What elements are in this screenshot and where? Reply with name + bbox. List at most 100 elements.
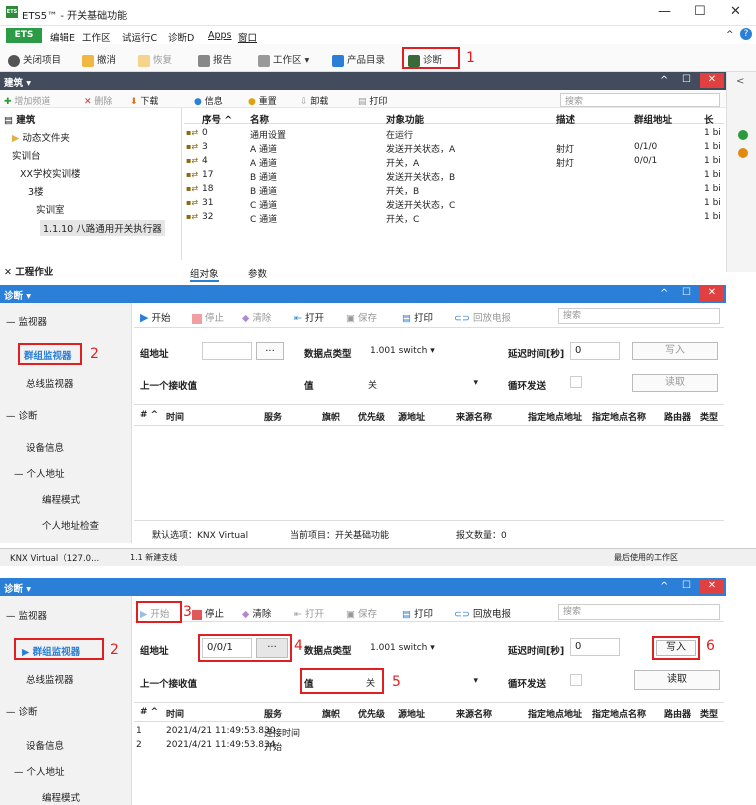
- log-col-2[interactable]: 指定地点地址: [528, 707, 582, 720]
- value-select-2[interactable]: 关 ▾: [366, 676, 478, 689]
- object-cell[interactable]: 32: [202, 212, 213, 222]
- tree-item-room[interactable]: 实训室: [36, 202, 65, 216]
- object-cell[interactable]: 3: [202, 142, 208, 152]
- object-cell[interactable]: 31: [202, 198, 213, 208]
- sidebar-monitor[interactable]: — 监视器: [6, 314, 47, 328]
- tree-root[interactable]: ▤ 建筑: [4, 112, 35, 126]
- workspace-button[interactable]: 工作区 ▾: [258, 52, 309, 67]
- sidebar2-device-info[interactable]: 设备信息: [26, 738, 64, 752]
- print-button-3[interactable]: ▤ 打印: [402, 606, 433, 620]
- log-col-2[interactable]: # ^: [140, 707, 158, 717]
- object-cell[interactable]: A 通道: [250, 142, 277, 155]
- diag1-title[interactable]: 诊断 ▾: [4, 288, 31, 302]
- menu-window[interactable]: 窗口: [238, 30, 257, 44]
- log-col[interactable]: 指定地点地址: [528, 410, 582, 423]
- diag1-close-button[interactable]: ✕: [700, 286, 724, 301]
- log-col[interactable]: 服务: [264, 410, 282, 423]
- tree-item-floor[interactable]: 3楼: [28, 184, 44, 198]
- object-cell[interactable]: B 通道: [250, 184, 277, 197]
- object-cell[interactable]: 通用设置: [250, 128, 286, 141]
- diag1-maximize-icon[interactable]: ☐: [682, 287, 691, 298]
- object-cell[interactable]: A 通道: [250, 156, 277, 169]
- sidebar-individual-address[interactable]: — 个人地址: [14, 466, 65, 480]
- menu-commission[interactable]: 试运行C: [122, 30, 157, 44]
- replay-button[interactable]: ⊂⊃ 回放电报: [454, 310, 511, 324]
- log-col[interactable]: 源地址: [398, 410, 425, 423]
- diagnostics-button[interactable]: 诊断: [408, 52, 442, 67]
- dock-arrow-icon[interactable]: <: [736, 76, 744, 87]
- log-col-2[interactable]: 源地址: [398, 707, 425, 720]
- object-cell[interactable]: 1 bi: [704, 170, 721, 180]
- dock-play-icon[interactable]: [738, 130, 748, 140]
- object-cell[interactable]: 射灯: [556, 156, 574, 169]
- start-button[interactable]: ▶ 开始: [140, 310, 171, 324]
- info-button[interactable]: ● 信息: [194, 94, 223, 107]
- chevron-up-icon[interactable]: ^: [726, 30, 734, 40]
- sidebar-group-monitor[interactable]: 群组监视器: [24, 348, 72, 362]
- tree-item-device[interactable]: 1.1.10 八路通用开关执行器: [40, 220, 165, 236]
- value-select[interactable]: 关 ▾: [368, 378, 478, 391]
- log-col-2[interactable]: 优先级: [358, 707, 385, 720]
- menu-edit[interactable]: 编辑E: [50, 30, 75, 44]
- sidebar-bus-monitor[interactable]: 总线监视器: [26, 376, 74, 390]
- object-cell[interactable]: 发送开关状态，A: [386, 142, 455, 155]
- sidebar-programming-mode[interactable]: 编程模式: [42, 492, 80, 506]
- diag2-title[interactable]: 诊断 ▾: [4, 581, 31, 595]
- add-channel-button[interactable]: ✚ 增加频道: [4, 94, 50, 107]
- log-col[interactable]: 指定地点名称: [592, 410, 646, 423]
- object-cell[interactable]: 开关，B: [386, 184, 419, 197]
- log-col[interactable]: # ^: [140, 410, 158, 420]
- save-button[interactable]: ▣ 保存: [346, 310, 377, 324]
- download-button[interactable]: ⬇ 下载: [130, 94, 158, 107]
- building-search-input[interactable]: 搜索: [560, 93, 720, 107]
- panel-maximize-icon[interactable]: ☐: [682, 74, 691, 85]
- log-col[interactable]: 时间: [166, 410, 184, 423]
- log-col-2[interactable]: 时间: [166, 707, 184, 720]
- stop-button-2[interactable]: 停止: [192, 606, 224, 620]
- menu-workspace[interactable]: 工作区: [82, 30, 111, 44]
- read-button-2[interactable]: 读取: [634, 670, 720, 690]
- unload-button[interactable]: ⇩ 卸载: [300, 94, 328, 107]
- col-name[interactable]: 名称: [250, 112, 269, 126]
- building-panel-title[interactable]: 建筑 ▾: [4, 75, 31, 89]
- maximize-button[interactable]: ☐: [694, 4, 706, 19]
- panel-close-button[interactable]: ✕: [700, 73, 724, 88]
- sidebar2-group-monitor[interactable]: ▶ 群组监视器: [22, 644, 80, 658]
- object-cell[interactable]: 发送开关状态，B: [386, 170, 455, 183]
- start-button-2[interactable]: ▶ 开始: [140, 606, 169, 620]
- read-button[interactable]: 读取: [632, 374, 718, 392]
- dock-warning-icon[interactable]: [738, 148, 748, 158]
- cyclic-checkbox-2[interactable]: [570, 674, 582, 686]
- tree-item-dynamic[interactable]: ▶ 动态文件夹: [12, 130, 70, 144]
- col-length[interactable]: 长: [704, 112, 714, 126]
- log-col[interactable]: 来源名称: [456, 410, 492, 423]
- replay-button-2[interactable]: ⊂⊃ 回放电报: [454, 606, 511, 620]
- tab-parameters[interactable]: 参数: [248, 266, 267, 280]
- object-cell[interactable]: 0: [202, 128, 208, 138]
- object-cell[interactable]: 发送开关状态，C: [386, 198, 455, 211]
- log-col-2[interactable]: 类型: [700, 707, 718, 720]
- status-interface[interactable]: KNX Virtual（127.0...: [10, 552, 99, 564]
- browse-button[interactable]: ...: [256, 342, 284, 360]
- sidebar-diagnostics[interactable]: — 诊断: [6, 408, 38, 422]
- object-cell[interactable]: B 通道: [250, 170, 277, 183]
- log-col[interactable]: 路由器: [664, 410, 691, 423]
- sidebar2-individual-address[interactable]: — 个人地址: [14, 764, 65, 778]
- group-address-input[interactable]: [202, 342, 252, 360]
- tree-item-rig[interactable]: 实训台: [12, 148, 41, 162]
- object-cell[interactable]: 1 bi: [704, 142, 721, 152]
- dpt-select[interactable]: 1.001 switch ▾: [370, 346, 435, 356]
- diag2-close-button[interactable]: ✕: [700, 579, 724, 594]
- sidebar-device-info[interactable]: 设备信息: [26, 440, 64, 454]
- current-project[interactable]: 当前项目：开关基础功能: [290, 528, 389, 541]
- diag2-search-input[interactable]: 搜索: [558, 604, 720, 620]
- diag2-maximize-icon[interactable]: ☐: [682, 580, 691, 591]
- object-cell[interactable]: 开关，C: [386, 212, 419, 225]
- close-button[interactable]: ✕: [730, 4, 741, 19]
- save-button-2[interactable]: ▣ 保存: [346, 606, 377, 620]
- group-address-input-2[interactable]: 0/0/1: [202, 638, 252, 658]
- print-button[interactable]: ▤ 打印: [358, 94, 387, 107]
- object-cell[interactable]: C 通道: [250, 198, 277, 211]
- object-cell[interactable]: 1 bi: [704, 156, 721, 166]
- report-button[interactable]: 报告: [198, 52, 232, 67]
